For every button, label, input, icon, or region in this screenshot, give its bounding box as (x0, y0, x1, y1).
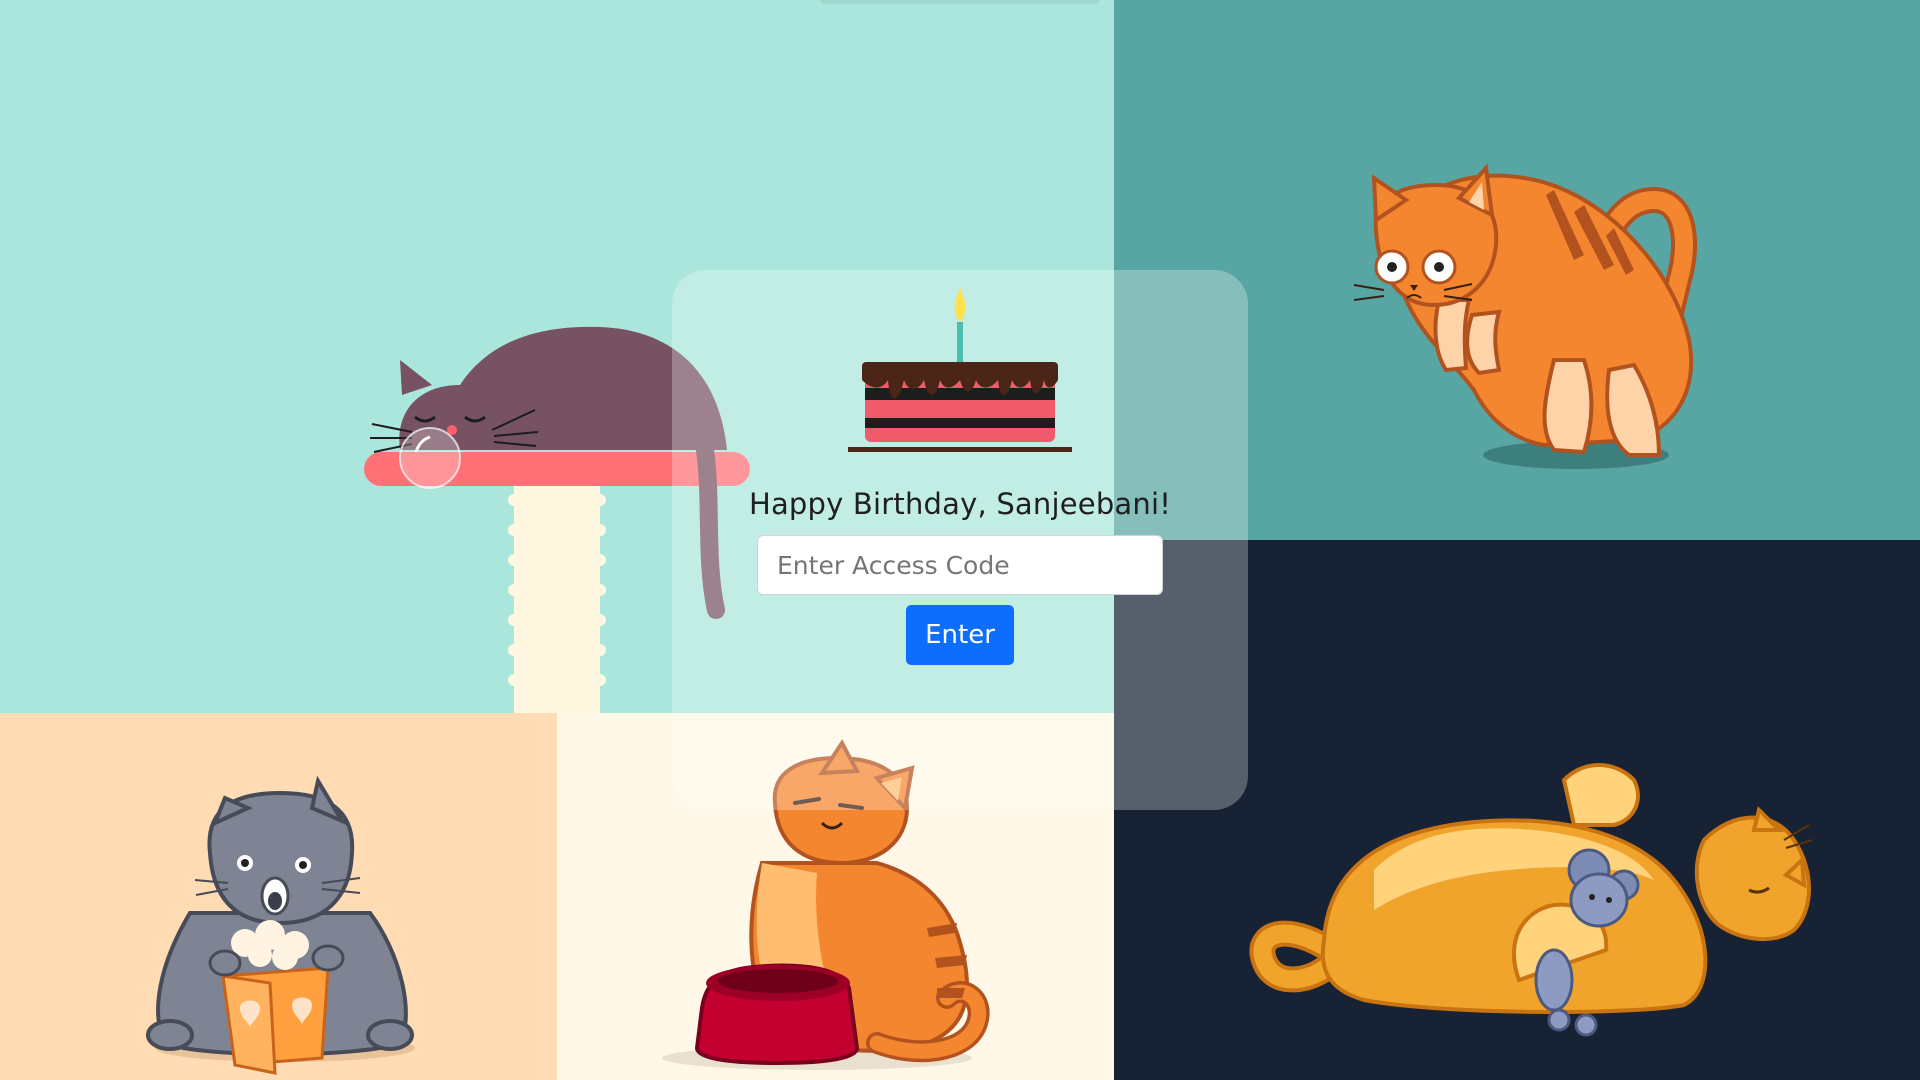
top-shadow (820, 0, 1100, 4)
birthday-greeting: Happy Birthday, Sanjeebani! (748, 487, 1172, 521)
birthday-cake-icon (848, 288, 1072, 452)
popcorn-cat-illustration (146, 775, 415, 1075)
enter-button[interactable]: Enter (906, 605, 1014, 665)
access-code-input[interactable] (757, 535, 1163, 595)
panel-popcorn-cat (0, 713, 557, 1080)
